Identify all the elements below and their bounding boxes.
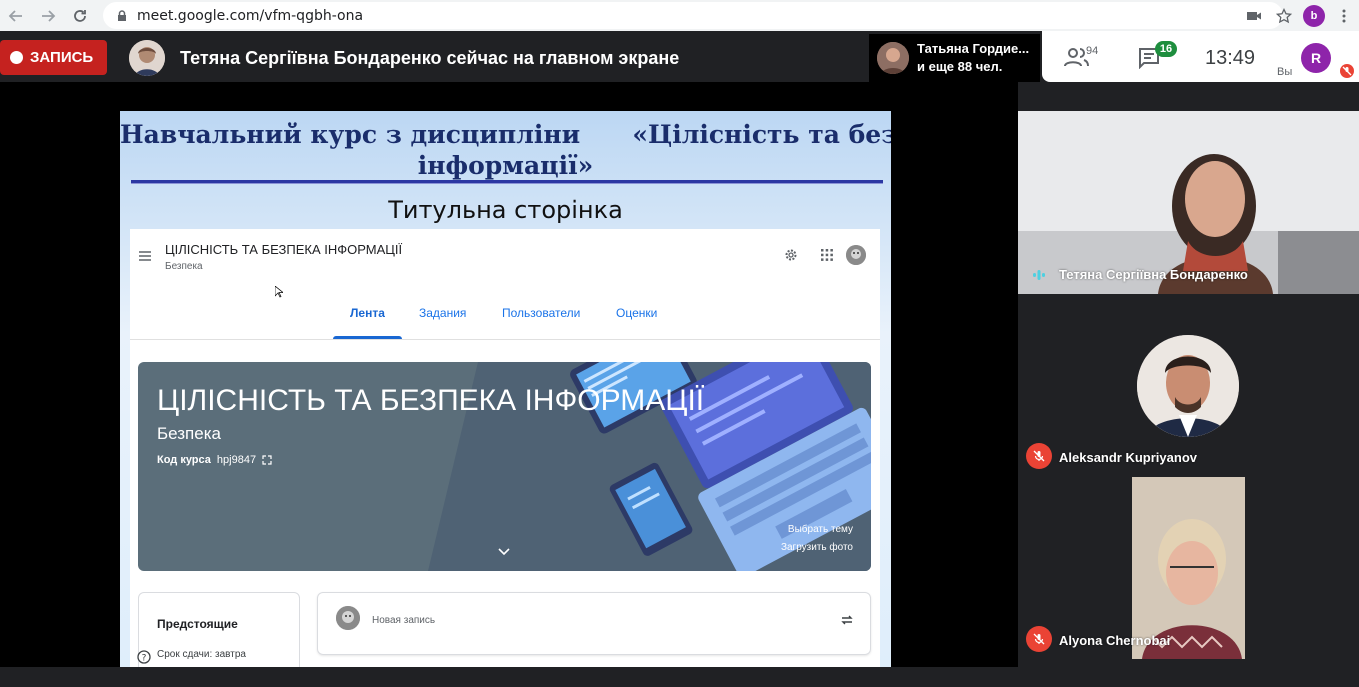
record-dot-icon <box>10 51 23 64</box>
upload-photo-link[interactable]: Загрузить фото <box>781 542 853 553</box>
banner-course-subtitle: Безпека <box>157 424 221 443</box>
upcoming-card: Предстоящие ? Срок сдачи: завтра <box>137 592 300 667</box>
lock-icon <box>118 9 126 21</box>
chat-unread-badge: 16 <box>1155 41 1177 57</box>
fullscreen-icon[interactable] <box>262 455 272 465</box>
muted-mic-icon <box>1026 443 1052 469</box>
arrow-right-icon <box>42 9 56 22</box>
chevron-down-icon[interactable] <box>498 548 510 556</box>
course-code: Код курса hpj9847 <box>157 454 272 466</box>
tab-assignments[interactable]: Задания <box>419 306 466 320</box>
gear-icon[interactable] <box>784 248 798 262</box>
slide-title-line2: інформації» <box>417 151 594 180</box>
repost-icon[interactable] <box>840 613 854 627</box>
self-muted-mic-icon <box>1340 64 1354 78</box>
star-icon <box>1276 7 1292 23</box>
back-button[interactable] <box>0 0 32 31</box>
tab-grades[interactable]: Оценки <box>616 306 657 320</box>
speaking-indicator-icon <box>1033 270 1045 280</box>
bottom-bar <box>0 667 1359 687</box>
choose-theme-link[interactable]: Выбрать тему <box>788 524 853 535</box>
address-bar[interactable]: meet.google.com/vfm-qgbh-ona <box>103 2 1283 29</box>
others-count: и еще 88 чел. <box>917 59 1003 74</box>
url-text: meet.google.com/vfm-qgbh-ona <box>137 7 364 24</box>
people-count: 94 <box>1086 45 1099 57</box>
others-name: Татьяна Гордие... <box>917 41 1030 56</box>
bookmark-button[interactable] <box>1269 0 1299 31</box>
participant-video[interactable] <box>1132 477 1245 659</box>
presenter-avatar <box>129 40 165 76</box>
reload-button[interactable] <box>64 0 96 31</box>
clock: 13:49 <box>1205 47 1256 69</box>
mouse-cursor-icon <box>275 286 283 298</box>
participant-sidebar: Тетяна Сергіївна Бондаренко Aleksandr Ku… <box>1018 111 1359 667</box>
presenter-status: Тетяна Сергіївна Бондаренко сейчас на гл… <box>180 48 680 68</box>
other-participants-chip[interactable]: Татьяна Гордие... и еще 88 чел. <box>869 34 1040 82</box>
participant-tile[interactable]: Тетяна Сергіївна Бондаренко <box>1018 111 1359 294</box>
active-tab-indicator <box>333 336 402 339</box>
new-post-box[interactable]: Новая запись <box>317 592 871 655</box>
more-vert-icon <box>1342 9 1346 22</box>
classroom-page: ЦІЛІСНІСТЬ ТА БЕЗПЕКА ІНФОРМАЦІЇ Безпека… <box>130 229 880 667</box>
tab-feed[interactable]: Лента <box>350 306 385 320</box>
slide-title: Навчальний курс з дисципліни «Цілісність… <box>120 119 891 181</box>
meet-top-bar: ЗАПИСЬ Тетяна Сергіївна Бондаренко сейча… <box>0 31 1359 82</box>
profile-avatar: b <box>1303 4 1325 27</box>
self-avatar[interactable]: R <box>1301 43 1331 73</box>
upcoming-due: Срок сдачи: завтра <box>157 649 246 660</box>
course-title[interactable]: ЦІЛІСНІСТЬ ТА БЕЗПЕКА ІНФОРМАЦІЇ <box>165 242 402 257</box>
recording-label: ЗАПИСЬ <box>30 49 94 66</box>
arrow-left-icon <box>8 9 22 22</box>
slide-divider <box>131 180 883 184</box>
tab-people[interactable]: Пользователи <box>502 306 580 320</box>
hamburger-menu-icon[interactable] <box>139 251 151 261</box>
muted-mic-icon <box>1026 626 1052 652</box>
profile-button[interactable]: b <box>1299 0 1329 31</box>
course-banner: ЦІЛІСНІСТЬ ТА БЕЗПЕКА ІНФОРМАЦІЇ Безпека… <box>138 362 871 571</box>
forward-button[interactable] <box>32 0 64 31</box>
course-subtitle: Безпека <box>165 261 203 272</box>
toolbar-right: b <box>1239 0 1359 31</box>
shared-screen: Навчальний курс з дисципліни «Цілісність… <box>120 111 891 667</box>
camera-indicator[interactable] <box>1239 0 1269 31</box>
help-icon[interactable]: ? <box>137 650 151 664</box>
participant-name: Aleksandr Kupriyanov <box>1059 450 1197 465</box>
slide-title-line1: Навчальний курс з дисципліни «Цілісність… <box>120 120 891 149</box>
videocam-icon <box>1247 11 1261 20</box>
svg-text:?: ? <box>142 654 147 664</box>
participant-name: Alyona Chernobai <box>1059 633 1171 648</box>
classroom-tabs: Лента Задания Пользователи Оценки <box>130 299 880 340</box>
recording-badge[interactable]: ЗАПИСЬ <box>0 40 107 75</box>
poster-avatar <box>336 606 360 630</box>
participant-name: Тетяна Сергіївна Бондаренко <box>1059 267 1248 282</box>
upcoming-title: Предстоящие <box>157 617 238 631</box>
account-avatar[interactable] <box>846 245 866 265</box>
reload-icon <box>74 9 86 22</box>
course-code-value[interactable]: hpj9847 <box>217 454 256 466</box>
apps-grid-icon[interactable] <box>821 249 833 261</box>
participant-avatar <box>877 42 909 74</box>
meet-controls-panel: 94 16 13:49 Вы R <box>1042 31 1359 82</box>
course-code-label: Код курса <box>157 454 211 466</box>
new-post-placeholder: Новая запись <box>372 615 436 626</box>
browser-menu-button[interactable] <box>1329 0 1359 31</box>
slide-subtitle: Титульна сторінка <box>388 196 623 224</box>
browser-toolbar: meet.google.com/vfm-qgbh-ona b <box>0 0 1359 31</box>
banner-course-title: ЦІЛІСНІСТЬ ТА БЕЗПЕКА ІНФОРМАЦІЇ <box>157 384 705 417</box>
participant-avatar[interactable] <box>1137 335 1239 437</box>
you-label: Вы <box>1277 66 1293 78</box>
